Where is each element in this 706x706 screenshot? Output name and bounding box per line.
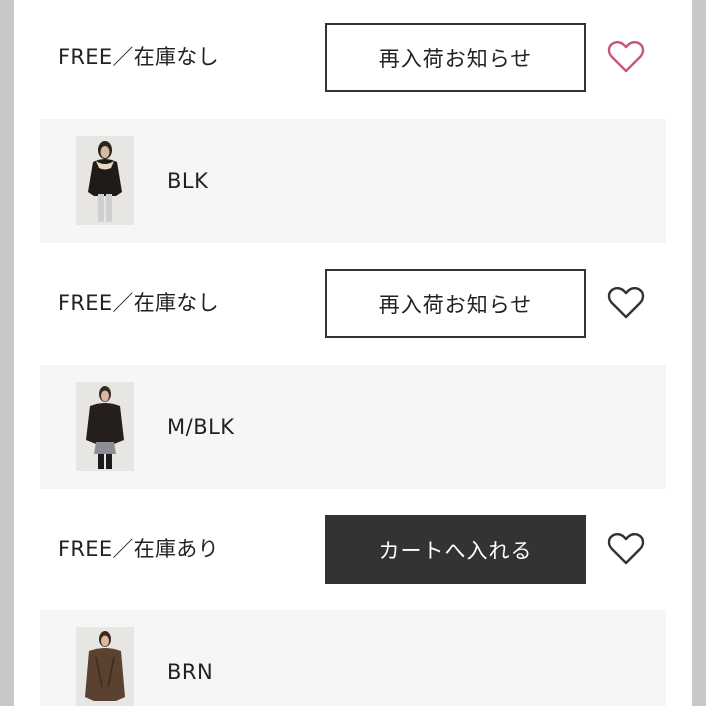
model-photo-thumbnail: [76, 382, 134, 471]
color-name-label: BRN: [167, 660, 214, 684]
size-row: FREE／在庫なし 再入荷お知らせ: [14, 2, 692, 112]
size-row: FREE／在庫なし 再入荷お知らせ: [14, 248, 692, 358]
favorite-heart-icon[interactable]: [605, 528, 647, 570]
favorite-heart-icon[interactable]: [605, 36, 647, 78]
size-row: FREE／在庫あり カートへ入れる: [14, 494, 692, 604]
restock-notify-button[interactable]: 再入荷お知らせ: [325, 269, 586, 338]
color-variant-card[interactable]: BRN: [40, 610, 666, 706]
restock-notify-button[interactable]: 再入荷お知らせ: [325, 23, 586, 92]
model-photo-thumbnail: [76, 136, 134, 225]
model-photo-thumbnail: [76, 627, 134, 706]
color-name-label: M/BLK: [167, 415, 235, 439]
heart-outline-icon: [607, 287, 645, 319]
left-edge-fragment: [0, 0, 4, 14]
size-stock-label: FREE／在庫あり: [58, 537, 219, 561]
heart-outline-icon: [607, 533, 645, 565]
favorite-heart-icon[interactable]: [605, 282, 647, 324]
color-variant-card[interactable]: M/BLK: [40, 365, 666, 489]
heart-outline-icon: [607, 41, 645, 73]
size-stock-label: FREE／在庫なし: [58, 291, 219, 315]
color-name-label: BLK: [167, 169, 209, 193]
variant-list-panel: FREE／在庫なし 再入荷お知らせ BLK FREE／在庫なし 再入荷お知らせ: [14, 0, 692, 706]
color-variant-card[interactable]: BLK: [40, 119, 666, 243]
add-to-cart-button[interactable]: カートへ入れる: [325, 515, 586, 584]
size-stock-label: FREE／在庫なし: [58, 45, 219, 69]
